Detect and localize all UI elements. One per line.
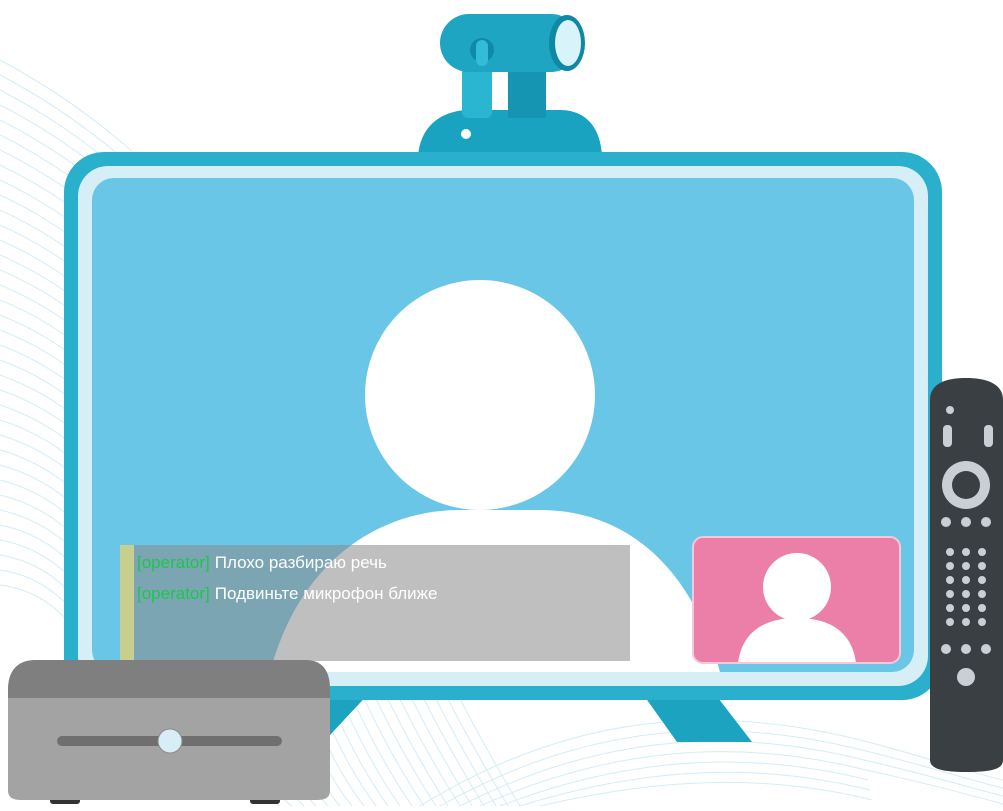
set-top-box-icon bbox=[8, 660, 330, 804]
subtitle-text: Подвиньте микрофон ближе bbox=[214, 584, 438, 603]
self-view-window bbox=[692, 536, 901, 664]
remote-control-icon bbox=[930, 378, 1003, 772]
webcam-icon bbox=[418, 14, 602, 160]
subtitle-line: [operator] Плохо разбираю речь bbox=[137, 553, 387, 573]
speaker-tag: [operator] bbox=[137, 553, 210, 572]
subtitle-line: [operator] Подвиньте микрофон ближе bbox=[137, 584, 438, 604]
speaker-tag: [operator] bbox=[137, 584, 210, 603]
illustration-canvas bbox=[0, 14, 1003, 807]
video-call-illustration: [operator] Плохо разбираю речь [operator]… bbox=[0, 0, 1003, 807]
subtitle-text: Плохо разбираю речь bbox=[214, 553, 387, 572]
